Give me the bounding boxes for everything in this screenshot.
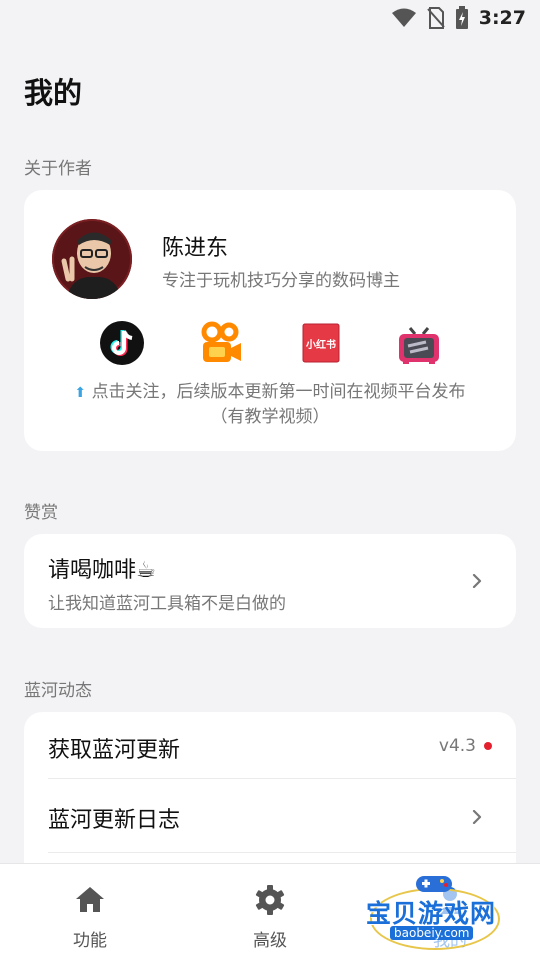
author-bio: 专注于玩机技巧分享的数码博主 [162, 271, 400, 291]
xiaohongshu-text: 小红书 [305, 338, 336, 351]
author-name: 陈进东 [162, 236, 229, 261]
nav-tab-advanced[interactable]: 高级 [180, 864, 360, 960]
arrow-up-icon: ⬆ [74, 385, 87, 401]
chevron-right-icon [472, 810, 482, 824]
page-title: 我的 [24, 76, 83, 110]
divider [48, 852, 516, 853]
avatar[interactable] [52, 219, 132, 299]
clock-time: 3:27 [478, 7, 526, 29]
section-label-reward: 赞赏 [24, 503, 58, 523]
update-badge-dot [484, 742, 492, 750]
chevron-right-icon [472, 574, 482, 588]
changelog-row[interactable]: 蓝河更新日志 [24, 782, 516, 852]
bilibili-icon[interactable] [396, 320, 442, 366]
author-card: 陈进东 专注于玩机技巧分享的数码博主 小红书 ⬆ 点击关注，后续版本更新第一时间… [24, 190, 516, 451]
gear-icon [255, 885, 285, 915]
gamepad-icon [416, 876, 452, 892]
watermark-text: 宝贝游戏网 [366, 899, 497, 928]
xiaohongshu-icon[interactable]: 小红书 [298, 320, 344, 366]
douyin-icon[interactable] [99, 320, 145, 366]
buy-coffee-subtitle: 让我知道蓝河工具箱不是白做的 [48, 594, 286, 614]
version-label: v4.3 [438, 736, 476, 756]
wifi-icon [391, 8, 416, 27]
section-label-about-author: 关于作者 [24, 159, 92, 179]
watermark-url: baobeiy.com [390, 926, 474, 940]
nav-label-advanced: 高级 [253, 931, 287, 951]
divider [48, 778, 516, 779]
watermark: 宝贝游戏网 baobeiy.com [360, 868, 510, 954]
get-update-title: 获取蓝河更新 [48, 738, 181, 763]
no-sim-icon [426, 7, 445, 29]
buy-coffee-row[interactable]: 请喝咖啡☕ 让我知道蓝河工具箱不是白做的 [24, 534, 516, 628]
home-icon [76, 887, 104, 912]
kuaishou-icon[interactable] [198, 320, 244, 366]
get-update-row[interactable]: 获取蓝河更新 v4.3 [24, 712, 516, 782]
changelog-title: 蓝河更新日志 [48, 808, 181, 833]
status-bar: 3:27 [0, 0, 540, 36]
battery-charging-icon [455, 6, 468, 29]
follow-note: ⬆ 点击关注，后续版本更新第一时间在视频平台发布 （有教学视频） [24, 380, 516, 429]
follow-note-line1: 点击关注，后续版本更新第一时间在视频平台发布 [91, 382, 466, 402]
nav-tab-features[interactable]: 功能 [0, 864, 180, 960]
nav-label-features: 功能 [73, 931, 107, 951]
buy-coffee-title: 请喝咖啡☕ [48, 558, 156, 583]
social-links-row: 小红书 [24, 320, 516, 366]
follow-note-line2: （有教学视频） [210, 407, 330, 427]
section-label-lanhe-news: 蓝河动态 [24, 681, 92, 701]
